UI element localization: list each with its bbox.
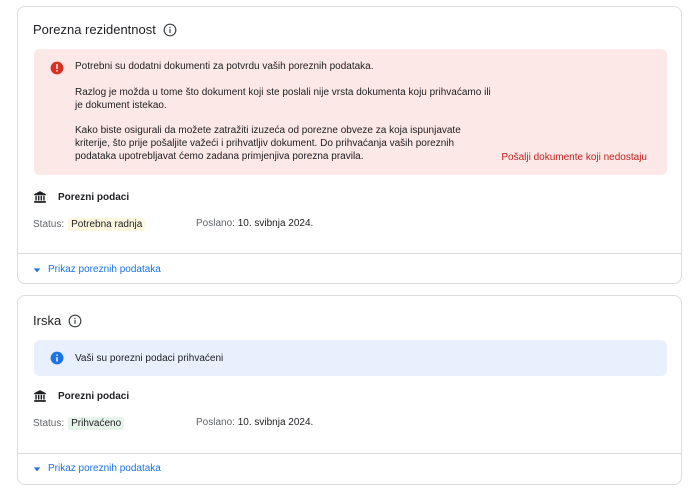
tax-residency-card: Porezna rezidentnost Potrebni su dodatni… xyxy=(17,6,682,284)
tax-info-heading: Porezni podaci xyxy=(33,190,129,204)
ireland-card: Irska Vaši su porezni podaci prihvaćeni … xyxy=(17,295,682,485)
divider xyxy=(18,253,681,254)
status-badge: Potrebna radnja xyxy=(68,218,146,231)
sent-date: Poslano: 10. svibnja 2024. xyxy=(196,218,313,229)
tax-info-heading: Porezni podaci xyxy=(33,389,129,403)
sent-date: Poslano: 10. svibnja 2024. xyxy=(196,417,313,428)
alert-reason: Razlog je možda u tome što dokument koji… xyxy=(75,87,491,111)
section-title: Porezni podaci xyxy=(58,390,130,402)
status-label: Status: xyxy=(33,418,65,429)
info-alert: Vaši su porezni podaci prihvaćeni xyxy=(34,340,667,376)
caret-down-icon xyxy=(33,267,41,272)
show-tax-info-toggle[interactable]: Prikaz poreznih podataka xyxy=(33,264,161,275)
toggle-label: Prikaz poreznih podataka xyxy=(48,264,161,275)
error-icon xyxy=(50,61,64,75)
alert-instructions: Kako biste osigurali da možete zatražiti… xyxy=(75,125,461,162)
sent-label: Poslano: xyxy=(196,417,235,428)
sent-value: 10. svibnja 2024. xyxy=(237,218,314,229)
caret-down-icon xyxy=(33,466,41,471)
card-title-row: Irska xyxy=(33,313,82,328)
status-row: Status: Potrebna radnja xyxy=(33,218,146,231)
alert-message: Vaši su porezni podaci prihvaćeni xyxy=(75,353,224,364)
bank-icon xyxy=(34,191,46,203)
sent-label: Poslano: xyxy=(196,218,235,229)
info-icon[interactable] xyxy=(68,314,82,328)
bank-icon xyxy=(34,390,46,402)
section-title: Porezni podaci xyxy=(58,191,130,203)
status-badge: Prihvaćeno xyxy=(68,417,125,430)
status-label: Status: xyxy=(33,219,65,230)
card-title: Porezna rezidentnost xyxy=(33,22,156,37)
divider xyxy=(18,453,681,454)
sent-value: 10. svibnja 2024. xyxy=(237,417,314,428)
show-tax-info-toggle[interactable]: Prikaz poreznih podataka xyxy=(33,463,161,474)
info-filled-icon xyxy=(50,351,64,365)
error-alert: Potrebni su dodatni dokumenti za potvrdu… xyxy=(34,49,667,175)
card-title: Irska xyxy=(33,313,62,328)
alert-message: Potrebni su dodatni dokumenti za potvrdu… xyxy=(75,61,374,72)
info-icon[interactable] xyxy=(163,23,177,37)
card-title-row: Porezna rezidentnost xyxy=(33,22,177,37)
status-row: Status: Prihvaćeno xyxy=(33,417,125,430)
toggle-label: Prikaz poreznih podataka xyxy=(48,463,161,474)
send-missing-documents-link[interactable]: Pošalji dokumente koji nedostaju xyxy=(501,152,647,163)
